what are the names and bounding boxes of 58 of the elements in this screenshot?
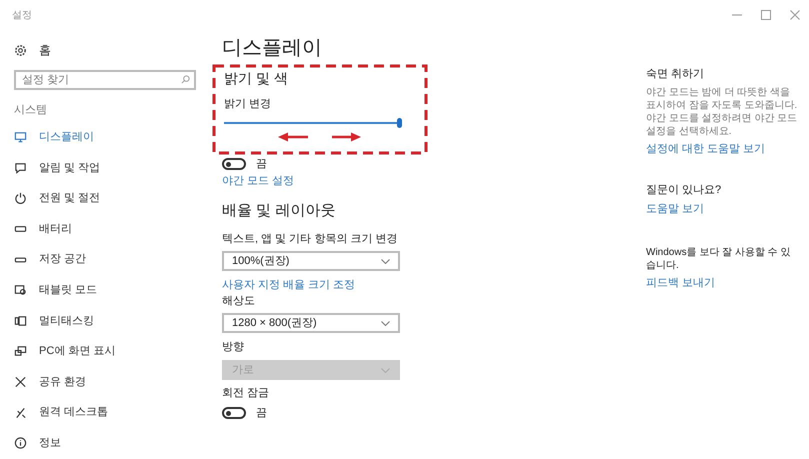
- toggle-switch[interactable]: [222, 158, 246, 170]
- section-heading: 밝기 및 색: [224, 69, 288, 88]
- chevron-icon: [381, 368, 390, 372]
- monitor-icon: [14, 130, 27, 144]
- sidebar-item[interactable]: 저장 공간: [39, 251, 86, 268]
- field-label: 해상도: [222, 294, 255, 309]
- dropdown[interactable]: 100%(권장): [222, 251, 400, 271]
- chevron-icon: [381, 320, 390, 326]
- info-icon: [14, 436, 27, 450]
- chevron-icon: [381, 258, 390, 264]
- message-icon: [14, 160, 27, 175]
- sidebar-item[interactable]: 태블릿 모드: [39, 282, 98, 299]
- toggle-state: 끔: [256, 156, 267, 172]
- slider-thumb[interactable]: [397, 118, 402, 128]
- sidebar-item[interactable]: 정보: [39, 434, 61, 452]
- right-arrow-icon: [332, 132, 361, 142]
- maximize-icon[interactable]: [760, 9, 772, 21]
- sidebar-item[interactable]: 공유 환경: [39, 374, 86, 390]
- page-title: 디스플레이: [222, 36, 322, 61]
- field-label: 텍스트, 앱 및 기타 항목의 크기 변경: [222, 232, 398, 247]
- help-text: 야간 모드는 밤에 더 따뜻한 색을 표시하여 잠을 자도록 도와줍니다. 야간 모드를 설정하려면 야간 모드 설정을 선택하세요.: [646, 86, 798, 138]
- sidebar-item[interactable]: 배터리: [39, 220, 72, 238]
- search-field[interactable]: 설정 찾기: [14, 70, 196, 90]
- field-label: 방향: [222, 340, 244, 355]
- link[interactable]: 사용자 지정 배율 크기 조정: [222, 277, 356, 293]
- sidebar-item[interactable]: 멀티태스킹: [39, 312, 94, 330]
- help-link[interactable]: 도움말 보기: [646, 201, 704, 217]
- home-link[interactable]: 홈: [39, 41, 51, 59]
- dropdown[interactable]: 1280 × 800(권장): [222, 313, 400, 333]
- multitask-icon: [14, 314, 27, 328]
- section-heading: 배율 및 레이아웃: [222, 201, 336, 221]
- gear-icon[interactable]: [14, 44, 27, 56]
- sidebar-item[interactable]: 원격 데스크톱: [39, 404, 108, 421]
- sidebar-item[interactable]: 디스플레이: [39, 129, 94, 146]
- sidebar-item[interactable]: 전원 및 절전: [39, 190, 100, 207]
- slider-label: 밝기 변경: [224, 97, 272, 112]
- window-title: 설정: [12, 8, 32, 22]
- help-link[interactable]: 설정에 대한 도움말 보기: [646, 141, 766, 157]
- toggle-switch[interactable]: [222, 407, 246, 419]
- power-icon: [14, 191, 27, 206]
- help-heading: 숙면 취하기: [646, 67, 704, 82]
- link[interactable]: 야간 모드 설정: [222, 173, 294, 189]
- toggle-state: 끔: [256, 406, 267, 421]
- help-link[interactable]: 피드백 보내기: [646, 275, 716, 291]
- sidebar-item[interactable]: 알림 및 작업: [39, 160, 100, 176]
- tablet-icon: [14, 283, 27, 298]
- brightness-slider[interactable]: [224, 118, 402, 128]
- help-heading: 질문이 있나요?: [646, 183, 722, 198]
- left-arrow-icon: [278, 132, 308, 142]
- remote-icon: [14, 406, 27, 420]
- field-label: 회전 잠금: [222, 386, 270, 401]
- sidebar-item[interactable]: PC에 화면 표시: [39, 343, 116, 360]
- close-icon[interactable]: [789, 9, 801, 21]
- help-text: Windows를 보다 잘 사용할 수 있습니다.: [646, 246, 792, 272]
- search-icon[interactable]: [181, 75, 190, 84]
- share-icon: [14, 375, 27, 390]
- section-label: 시스템: [14, 102, 48, 118]
- projector-icon: [14, 344, 27, 358]
